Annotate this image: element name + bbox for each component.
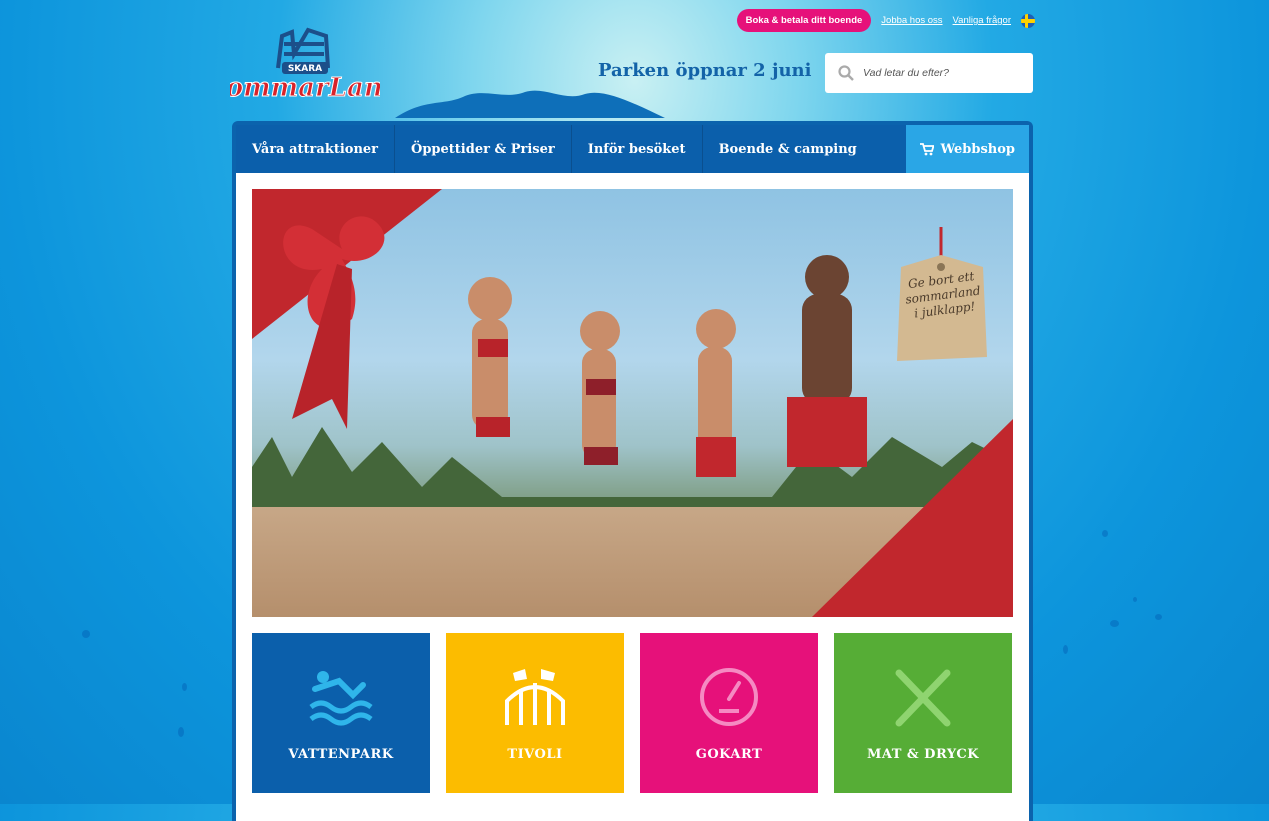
top-bar: Boka & betala ditt boende Jobba hos oss …	[736, 9, 1035, 32]
tile-mat-dryck[interactable]: MAT & DRYCK	[834, 633, 1012, 793]
tile-label: GOKART	[695, 747, 763, 762]
tile-label: TIVOLI	[507, 747, 563, 762]
fork-knife-icon	[895, 669, 951, 727]
jobs-link[interactable]: Jobba hos oss	[881, 15, 942, 26]
search-input[interactable]	[861, 66, 1030, 80]
main-panel: Våra attraktioner Öppettider & Priser In…	[232, 121, 1033, 821]
book-accommodation-button[interactable]: Boka & betala ditt boende	[736, 9, 872, 32]
skara-sommarland-logo[interactable]: SKARA SommarLand	[207, 24, 401, 108]
main-navigation: Våra attraktioner Öppettider & Priser In…	[236, 125, 1029, 173]
water-drop	[1155, 614, 1162, 620]
water-drop	[1133, 597, 1137, 602]
opening-date-text: Parken öppnar 2 juni	[598, 60, 812, 81]
webshop-button[interactable]: Webbshop	[906, 125, 1029, 173]
water-wave-decoration	[395, 90, 665, 118]
water-drop	[178, 727, 184, 737]
tile-gokart[interactable]: GOKART	[640, 633, 818, 793]
nav-item-attractions[interactable]: Våra attraktioner	[236, 125, 396, 173]
water-drop	[182, 683, 187, 691]
water-slide-icon	[309, 671, 373, 726]
webshop-label: Webbshop	[940, 141, 1015, 157]
nav-item-hours-prices[interactable]: Öppettider & Priser	[395, 125, 572, 173]
speedometer-icon	[700, 668, 758, 726]
roller-coaster-icon	[505, 669, 565, 725]
logo-graphic: SKARA SommarLand	[207, 27, 401, 104]
category-tiles: VATTENPARK TIVOLI GOKART MAT & DRYCK	[252, 633, 1012, 793]
hero-banner[interactable]: Ge bort ett sommarland i julklapp!	[252, 189, 1013, 617]
tile-label: MAT & DRYCK	[866, 747, 980, 762]
water-drop	[1063, 645, 1068, 654]
nav-item-before-visit[interactable]: Inför besöket	[572, 125, 703, 173]
search-icon	[838, 65, 854, 81]
svg-text:SommarLand: SommarLand	[230, 73, 380, 103]
nav-item-accommodation[interactable]: Boende & camping	[703, 125, 873, 173]
cart-icon	[920, 142, 935, 155]
faq-link[interactable]: Vanliga frågor	[953, 15, 1011, 26]
water-drop	[82, 630, 90, 638]
water-drop	[1102, 530, 1108, 537]
tile-vattenpark[interactable]: VATTENPARK	[252, 633, 430, 793]
search-box[interactable]	[825, 53, 1033, 93]
water-drop	[1110, 620, 1119, 627]
tile-label: VATTENPARK	[288, 747, 394, 762]
tile-tivoli[interactable]: TIVOLI	[446, 633, 624, 793]
swedish-flag-icon[interactable]	[1021, 13, 1035, 28]
